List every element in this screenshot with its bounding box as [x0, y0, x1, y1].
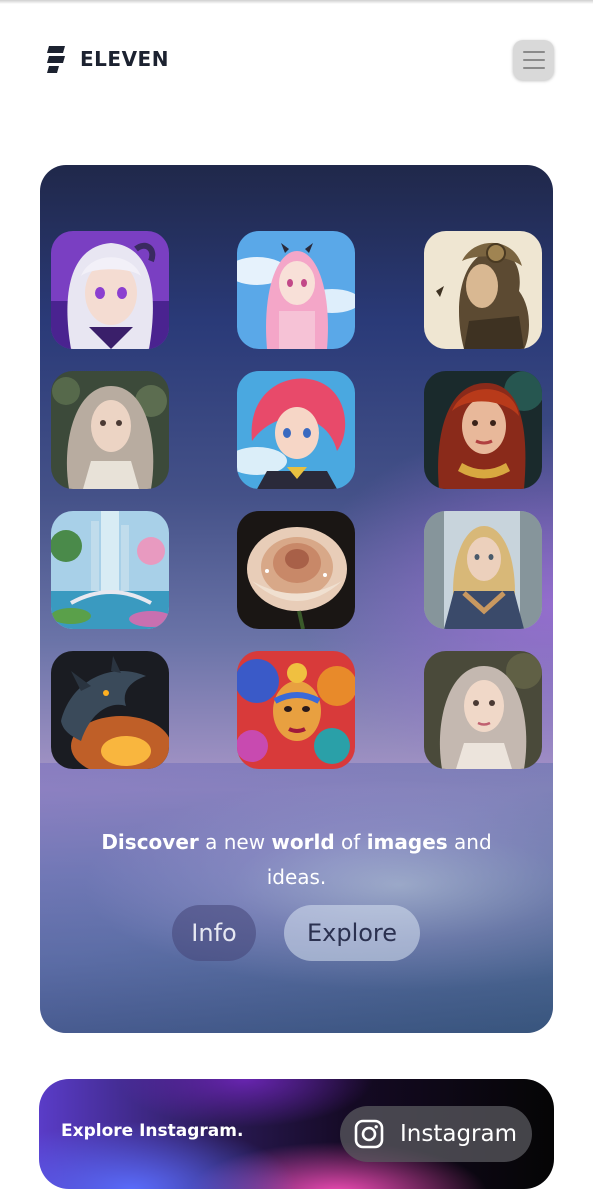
gallery-image-anime-girl-pink-hair[interactable] — [237, 231, 355, 349]
instagram-button-label: Instagram — [400, 1121, 518, 1147]
instagram-button[interactable]: Instagram — [340, 1106, 532, 1162]
instagram-icon — [354, 1119, 384, 1149]
gallery-image-woman-long-grey-hair[interactable] — [51, 371, 169, 489]
info-button[interactable]: Info — [172, 905, 256, 961]
gallery-image-woman-gold-jewelry[interactable] — [424, 371, 542, 489]
gallery-image-warrior-woman-braids[interactable] — [424, 511, 542, 629]
menu-button[interactable] — [513, 40, 554, 80]
logo[interactable]: ELEVEN — [46, 44, 169, 74]
hamburger-icon-bar — [522, 59, 545, 61]
gallery-image-anime-girl-white-hair[interactable] — [51, 231, 169, 349]
hamburger-icon — [522, 51, 545, 53]
brand-logo-icon — [47, 46, 65, 73]
tagline-word-discover: Discover — [101, 830, 199, 854]
hero-card: Discover a new world of images and ideas… — [40, 165, 553, 1033]
hero-lower-panel — [40, 763, 553, 1033]
gallery-image-fantasy-city-garden[interactable] — [51, 511, 169, 629]
header: ELEVEN — [0, 0, 593, 120]
tagline-text: of — [334, 830, 367, 854]
hamburger-icon-bar — [522, 67, 545, 69]
gallery-image-rose-with-dew[interactable] — [237, 511, 355, 629]
tagline-text: a new — [198, 830, 272, 854]
tagline-word-world: world — [271, 830, 335, 854]
gallery-image-fire-dragon[interactable] — [51, 651, 169, 769]
instagram-promo-text: Explore Instagram. — [61, 1121, 244, 1141]
brand-name: ELEVEN — [80, 47, 169, 71]
hero-tagline: Discover a new world of images and ideas… — [80, 825, 513, 895]
instagram-banner: Explore Instagram. Instagram — [39, 1079, 554, 1189]
gallery-image-colorful-face-art[interactable] — [237, 651, 355, 769]
tagline-word-images: images — [366, 830, 448, 854]
explore-button[interactable]: Explore — [284, 905, 420, 961]
gallery-image-girl-long-hair[interactable] — [424, 651, 542, 769]
gallery-image-anime-girl-red-hair[interactable] — [237, 371, 355, 489]
gallery-image-steampunk-woman[interactable] — [424, 231, 542, 349]
